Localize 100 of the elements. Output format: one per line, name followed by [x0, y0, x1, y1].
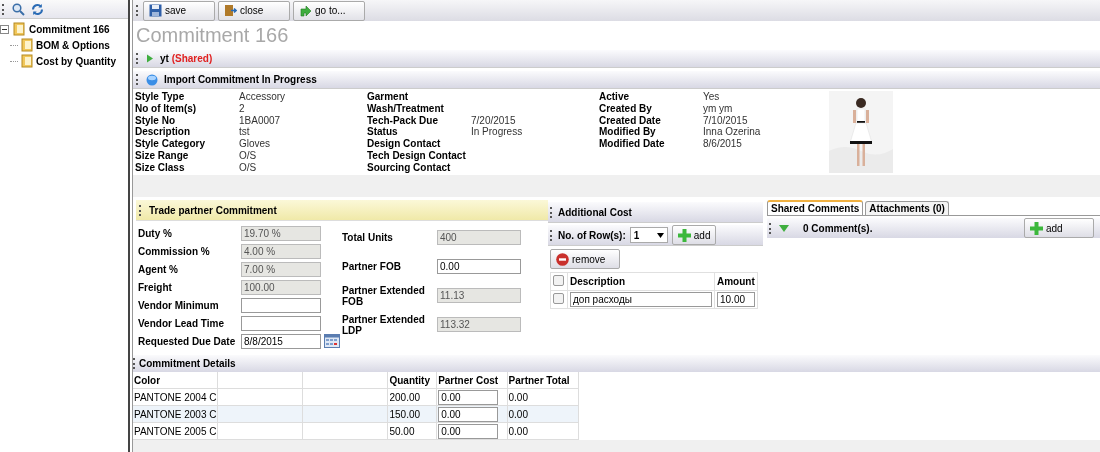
field-label: No of Item(s): [135, 102, 198, 115]
checkbox[interactable]: [553, 293, 564, 304]
input-field[interactable]: 0.00: [438, 406, 499, 422]
dropdown-arrow-icon: [656, 232, 664, 238]
tab[interactable]: Shared Comments: [767, 200, 864, 215]
checkbox[interactable]: [553, 275, 564, 286]
tree-item[interactable]: Commitment 166: [29, 23, 110, 35]
field-label: Created By: [599, 102, 653, 115]
table-cell: 50.00: [387, 422, 437, 440]
field-label: Total Units: [342, 232, 394, 243]
section-title: Trade partner Commitment: [149, 204, 277, 216]
input-field[interactable]: 10.00: [717, 292, 755, 307]
tree-item[interactable]: Cost by Quantity: [36, 55, 116, 67]
plus-icon: [677, 228, 691, 242]
comment-count: 0 Comment(s).: [803, 222, 873, 234]
tree-item[interactable]: BOM & Options: [36, 39, 110, 51]
field-value: 2: [239, 102, 245, 115]
expand-arrow-icon[interactable]: [146, 54, 154, 63]
field-value: 7/20/2015: [471, 114, 516, 127]
column-header: Description: [567, 272, 715, 291]
search-icon[interactable]: [12, 2, 25, 16]
field-label: Modified Date: [599, 138, 666, 150]
field-label: Sourcing Contact: [367, 161, 452, 174]
input-field[interactable]: доп расходы: [570, 292, 712, 307]
field-label: Freight: [137, 281, 173, 293]
add-button[interactable]: add: [671, 225, 717, 245]
input-field[interactable]: 8/8/2015: [241, 333, 321, 349]
field-label: Style Category: [135, 138, 207, 150]
add-button[interactable]: add: [1024, 218, 1094, 238]
field-label: Modified By: [599, 126, 657, 139]
field-label: Commission %: [137, 245, 211, 257]
collapse-arrow-icon[interactable]: [779, 224, 789, 232]
table-cell: PANTONE 2004 C: [133, 388, 218, 406]
table-cell: 0.00: [507, 422, 579, 440]
field-value: 1BA0007: [239, 114, 281, 127]
column-header: Quantity: [387, 372, 437, 389]
rows-dropdown[interactable]: 1: [629, 227, 668, 243]
field-value: Gloves: [239, 138, 271, 150]
section-title: Commitment Details: [139, 358, 236, 369]
input-field[interactable]: [241, 315, 321, 331]
goto-button[interactable]: go to...: [293, 0, 365, 21]
input-field[interactable]: 0.00: [438, 389, 499, 405]
shared-label: yt (Shared): [160, 53, 213, 64]
field-value: O/S: [239, 150, 257, 162]
field-label: Size Class: [135, 161, 186, 174]
field-label: Active: [599, 91, 630, 103]
book-icon: [13, 22, 25, 36]
rows-label: No. of Row(s):: [558, 229, 626, 241]
field-label: Agent %: [137, 263, 179, 275]
close-button[interactable]: close: [218, 0, 290, 21]
section-title: Additional Cost: [558, 206, 632, 218]
remove-button[interactable]: remove: [550, 249, 620, 269]
table-cell: PANTONE 2005 C: [133, 422, 218, 440]
field-label: Requested Due Date: [137, 335, 237, 347]
field-value: Accessory: [239, 91, 286, 103]
field-label: Partner Extended LDP: [342, 313, 426, 336]
field-value: ym ym: [703, 102, 733, 115]
field-label: Vendor Minimum: [137, 299, 220, 311]
field-value: In Progress: [471, 126, 523, 139]
column-header: Partner Cost: [436, 372, 508, 389]
save-button[interactable]: save: [143, 0, 215, 21]
input-field[interactable]: 0.00: [438, 423, 499, 439]
tab[interactable]: Attachments (0): [865, 201, 949, 215]
table-cell: 0.00: [507, 388, 579, 406]
column-header: Partner Total: [507, 372, 579, 389]
minus-circle-icon: [556, 252, 569, 266]
input-field[interactable]: 0.00: [437, 259, 521, 274]
field-value: 8/6/2015: [703, 138, 742, 150]
field-label: Duty %: [137, 227, 173, 239]
field-label: Description: [135, 126, 191, 139]
field-label: Size Range: [135, 150, 190, 162]
field-label: Style Type: [135, 91, 186, 103]
field-label: Partner Extended FOB: [342, 284, 426, 307]
field-label: Status: [367, 126, 399, 139]
field-label: Wash/Treatment: [367, 102, 445, 115]
field-label: Garment: [367, 91, 410, 103]
page-title: Commitment 166: [135, 23, 290, 47]
arrow-icon: [299, 4, 312, 17]
door-icon: [224, 4, 237, 17]
book-icon: [21, 38, 33, 52]
field-value: Inna Ozerina: [703, 126, 761, 139]
field-label: Vendor Lead Time: [137, 317, 225, 329]
column-header: Amount: [714, 272, 758, 291]
status-dot-icon: [146, 73, 158, 86]
field-value: O/S: [239, 161, 257, 174]
refresh-icon[interactable]: [31, 2, 44, 16]
collapse-toggle[interactable]: [0, 24, 9, 34]
plus-icon: [1030, 221, 1043, 235]
field-label: Style No: [135, 114, 176, 127]
calendar-icon[interactable]: [324, 334, 340, 348]
field-label: Tech-Pack Due: [367, 114, 439, 127]
field-label: Created Date: [599, 114, 662, 127]
column-header: Color: [133, 372, 218, 389]
status-label: Import Commitment In Progress: [164, 74, 317, 85]
input-field[interactable]: [241, 297, 321, 313]
field-label: Partner FOB: [342, 261, 402, 272]
table-cell: 200.00: [387, 388, 437, 406]
field-value: Yes: [703, 91, 720, 103]
field-label: Design Contact: [367, 138, 442, 150]
field-label: Tech Design Contact: [367, 150, 467, 162]
